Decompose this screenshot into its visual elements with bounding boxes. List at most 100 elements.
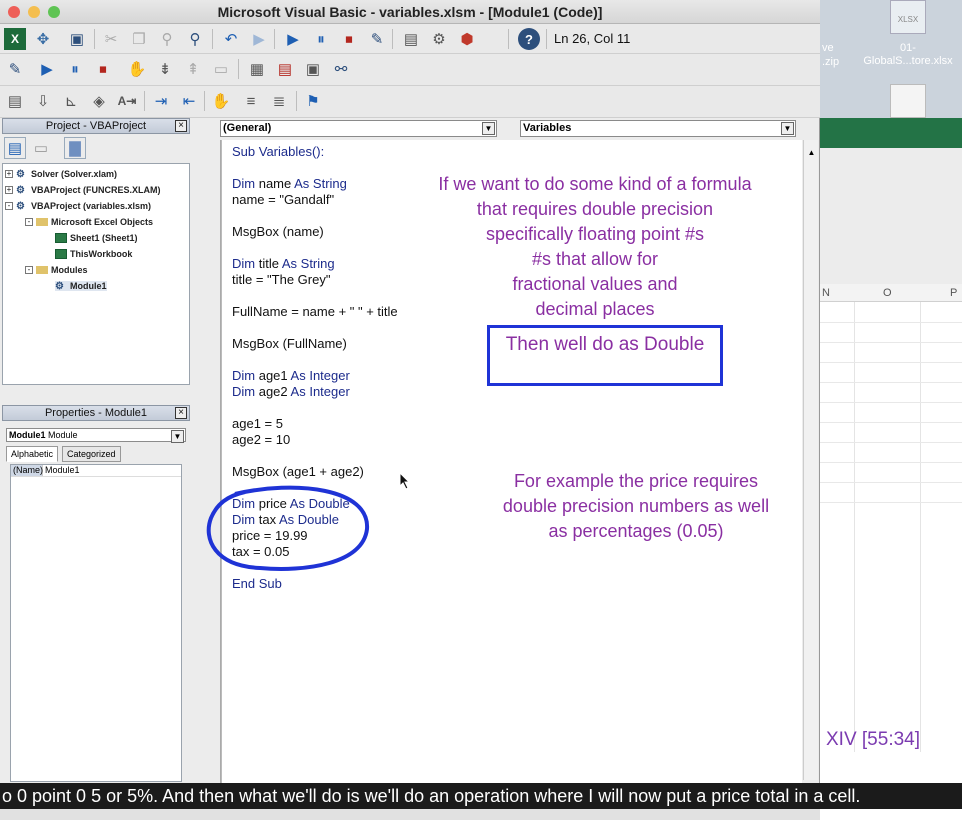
view-object-icon[interactable]: ▭ bbox=[30, 137, 52, 159]
pause-icon[interactable]: ⏸ bbox=[64, 58, 86, 80]
quick-watch-icon[interactable]: ⚯ bbox=[330, 58, 352, 80]
toolbox-icon[interactable]: ⬢ bbox=[456, 28, 478, 50]
indent-icon[interactable]: ⇥ bbox=[150, 90, 172, 112]
tree-item-modules[interactable]: - Modules bbox=[25, 265, 88, 275]
parameter-info-icon[interactable]: ◈ bbox=[88, 90, 110, 112]
window-title: Microsoft Visual Basic - variables.xlsm … bbox=[217, 4, 603, 20]
undo-icon[interactable]: ↶ bbox=[220, 28, 242, 50]
code-line[interactable]: age1 = 5 bbox=[232, 416, 283, 432]
chevron-down-icon[interactable]: ▼ bbox=[482, 122, 495, 135]
code-line[interactable]: Dim name As String bbox=[232, 176, 347, 192]
object-combo[interactable]: (General) ▼ bbox=[220, 120, 497, 137]
code-line[interactable]: Dim age1 As Integer bbox=[232, 368, 350, 384]
code-line[interactable]: name = "Gandalf" bbox=[232, 192, 334, 208]
tab-categorized[interactable]: Categorized bbox=[62, 446, 121, 462]
code-line[interactable]: MsgBox (FullName) bbox=[232, 336, 347, 352]
run-icon[interactable]: ▶ bbox=[282, 28, 304, 50]
procedure-combo[interactable]: Variables ▼ bbox=[520, 120, 796, 137]
stop-icon[interactable]: ⏹ bbox=[338, 28, 360, 50]
tree-item-excel-objects[interactable]: - Microsoft Excel Objects bbox=[25, 217, 153, 227]
project-explorer-icon[interactable]: ▤ bbox=[400, 28, 422, 50]
excel-sheet[interactable]: N O P bbox=[820, 148, 962, 820]
help-icon[interactable]: ? bbox=[518, 28, 540, 50]
complete-word-icon[interactable]: A⇥ bbox=[116, 90, 138, 112]
watch-window-icon[interactable]: ▣ bbox=[302, 58, 324, 80]
cursor-position: Ln 26, Col 11 bbox=[554, 31, 631, 46]
code-line[interactable]: MsgBox (name) bbox=[232, 224, 324, 240]
design-mode-icon[interactable]: ✎ bbox=[366, 28, 388, 50]
bookmark-flag-icon[interactable]: ⚑ bbox=[302, 90, 324, 112]
run-icon[interactable]: ▶ bbox=[36, 58, 58, 80]
view-code-icon[interactable]: ▤ bbox=[4, 137, 26, 159]
vertical-scrollbar[interactable]: ▲ bbox=[803, 140, 818, 780]
tree-item-module1[interactable]: ⚙ Module1 bbox=[55, 281, 107, 292]
timecode-label: XIV [55:34] bbox=[826, 729, 921, 750]
code-text: age2 bbox=[255, 384, 291, 399]
code-keyword: Dim bbox=[232, 256, 256, 271]
close-panel-button[interactable]: × bbox=[175, 407, 187, 419]
property-row[interactable]: (Name) Module1 bbox=[11, 465, 181, 477]
column-header[interactable]: P bbox=[950, 287, 957, 299]
collapse-icon[interactable]: - bbox=[25, 266, 33, 274]
annotation-line: fractional values and bbox=[512, 274, 678, 294]
desktop-background: ve .zip XLSX 01- GlobalS...tore.xlsx bbox=[820, 0, 962, 118]
pause-icon[interactable]: ⏸ bbox=[310, 28, 332, 50]
tree-item-sheet1[interactable]: Sheet1 (Sheet1) bbox=[55, 233, 138, 243]
immediate-window-icon[interactable]: ▤ bbox=[274, 58, 296, 80]
step-out-icon[interactable]: ▭ bbox=[210, 58, 232, 80]
project-panel-toolbar: ▤ ▭ ▇ bbox=[2, 134, 190, 162]
stop-icon[interactable]: ⏹ bbox=[92, 58, 114, 80]
tree-item-variables[interactable]: - ⚙ VBAProject (variables.xlsm) bbox=[5, 201, 151, 212]
code-line[interactable]: age2 = 10 bbox=[232, 432, 290, 448]
comment-block-icon[interactable]: ≡ bbox=[240, 90, 262, 112]
tree-item-funcres[interactable]: + ⚙ VBAProject (FUNCRES.XLAM) bbox=[5, 185, 161, 196]
code-line[interactable]: End Sub bbox=[232, 576, 282, 592]
code-line[interactable]: FullName = name + " " + title bbox=[232, 304, 398, 320]
outdent-icon[interactable]: ⇤ bbox=[178, 90, 200, 112]
code-text: title = "The Grey" bbox=[232, 272, 331, 287]
step-into-icon[interactable]: ⇟ bbox=[154, 58, 176, 80]
toggle-breakpoint-icon[interactable]: ✋ bbox=[210, 90, 232, 112]
chevron-down-icon[interactable]: ▼ bbox=[171, 430, 184, 443]
find-icon[interactable]: ⚲ bbox=[156, 28, 178, 50]
column-header[interactable]: O bbox=[883, 287, 892, 299]
properties-icon[interactable]: ⚙ bbox=[428, 28, 450, 50]
collapse-icon[interactable]: - bbox=[5, 202, 13, 210]
code-line[interactable]: MsgBox (age1 + age2) bbox=[232, 464, 364, 480]
tree-item-solver[interactable]: + ⚙ Solver (Solver.xlam) bbox=[5, 169, 117, 180]
design-mode-icon[interactable]: ✎ bbox=[4, 58, 26, 80]
step-over-icon[interactable]: ⇞ bbox=[182, 58, 204, 80]
scroll-up-icon[interactable]: ▲ bbox=[804, 148, 819, 160]
horizontal-scrollbar[interactable] bbox=[0, 809, 820, 820]
xlsx-file-icon[interactable]: XLSX bbox=[890, 0, 926, 34]
desktop-file-name[interactable]: 01- GlobalS...tore.xlsx bbox=[856, 42, 960, 68]
tab-alphabetic[interactable]: Alphabetic bbox=[6, 446, 59, 462]
property-value[interactable]: Module1 bbox=[43, 465, 80, 476]
list-constants-icon[interactable]: ⇩ bbox=[32, 90, 54, 112]
collapse-icon[interactable]: - bbox=[25, 218, 33, 226]
close-panel-button[interactable]: × bbox=[175, 120, 187, 132]
code-line[interactable]: Dim title As String bbox=[232, 256, 335, 272]
toggle-breakpoint-icon[interactable]: ✋ bbox=[126, 58, 148, 80]
cut-icon[interactable]: ✂ bbox=[100, 28, 122, 50]
code-line[interactable]: Dim age2 As Integer bbox=[232, 384, 350, 400]
code-line[interactable]: Sub Variables(): bbox=[232, 144, 324, 160]
expand-icon[interactable]: + bbox=[5, 186, 13, 194]
save-icon[interactable]: ▣ bbox=[66, 28, 88, 50]
redo-icon[interactable]: ▶ bbox=[248, 28, 270, 50]
chevron-down-icon[interactable]: ▼ bbox=[781, 122, 794, 135]
expand-icon[interactable]: + bbox=[5, 170, 13, 178]
insert-object-icon[interactable]: ✥ bbox=[32, 28, 54, 50]
column-header[interactable]: N bbox=[822, 287, 830, 299]
code-line[interactable]: title = "The Grey" bbox=[232, 272, 330, 288]
toggle-folders-icon[interactable]: ▇ bbox=[64, 137, 86, 159]
list-properties-icon[interactable]: ▤ bbox=[4, 90, 26, 112]
copy-icon[interactable]: ❐ bbox=[128, 28, 150, 50]
locals-window-icon[interactable]: ▦ bbox=[246, 58, 268, 80]
find-next-icon[interactable]: ⚲ bbox=[184, 28, 206, 50]
object-selector[interactable]: Module1 Module ▼ bbox=[6, 428, 186, 443]
tree-item-thisworkbook[interactable]: ThisWorkbook bbox=[55, 249, 132, 259]
quick-info-icon[interactable]: ⊾ bbox=[60, 90, 82, 112]
uncomment-block-icon[interactable]: ≣ bbox=[268, 90, 290, 112]
excel-icon[interactable]: X bbox=[4, 28, 26, 50]
